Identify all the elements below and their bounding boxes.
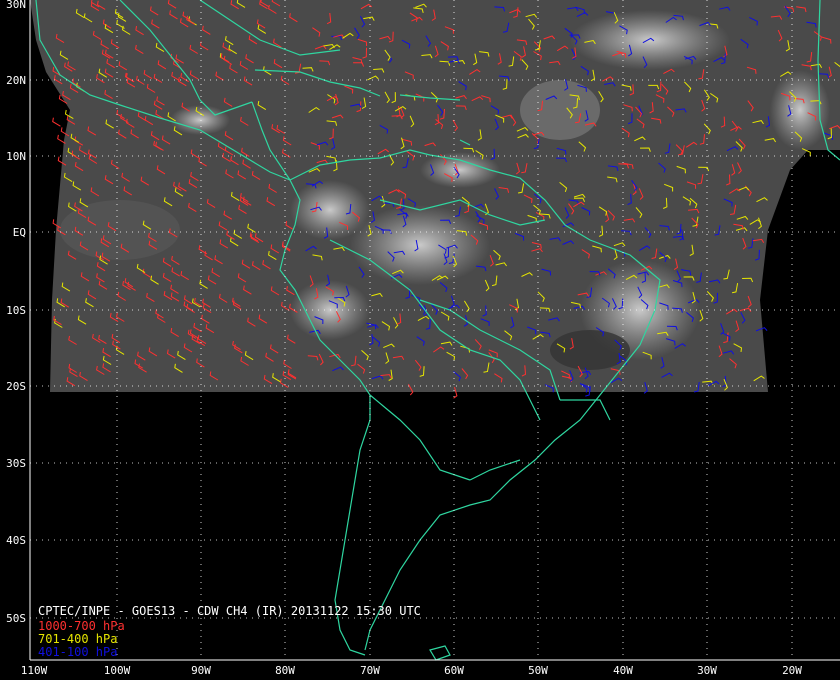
lon-label: 100W	[104, 664, 131, 677]
legend-high-level: 401-100 hPa	[38, 645, 118, 659]
legend-low-level: 1000-700 hPa	[38, 619, 125, 633]
lat-label: EQ	[13, 226, 26, 239]
lon-label: 20W	[782, 664, 802, 677]
lat-label: 20N	[6, 74, 26, 87]
lat-label: 30S	[6, 457, 26, 470]
lon-label: 30W	[697, 664, 717, 677]
legend-mid-level: 701-400 hPa	[38, 632, 118, 646]
lon-label: 60W	[444, 664, 464, 677]
lat-label: 10S	[6, 304, 26, 317]
lon-label: 80W	[275, 664, 295, 677]
lat-label: 50S	[6, 612, 26, 625]
satellite-wind-map: 30N 20N 10N EQ 10S 20S 30S 40S 50S 110W 100W 90W 80…	[0, 0, 840, 680]
map-title: CPTEC/INPE - GOES13 - CDW CH4 (IR) 20131…	[38, 604, 421, 618]
lat-label: 10N	[6, 150, 26, 163]
lon-label: 90W	[191, 664, 211, 677]
lon-label: 40W	[613, 664, 633, 677]
lon-label: 110W	[21, 664, 48, 677]
lat-label: 30N	[6, 0, 26, 11]
lat-label: 40S	[6, 534, 26, 547]
lat-label: 20S	[6, 380, 26, 393]
lon-label: 50W	[528, 664, 548, 677]
lon-label: 70W	[360, 664, 380, 677]
